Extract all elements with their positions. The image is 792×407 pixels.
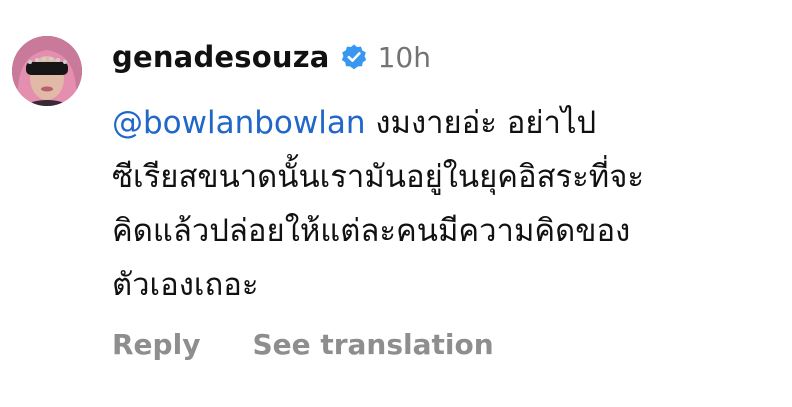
comment-line-1: @bowlanbowlan งมงายอ่ะ อย่าไป — [112, 96, 782, 150]
comment-header: genadesouza 10h — [112, 30, 431, 84]
comment-text: @bowlanbowlan งมงายอ่ะ อย่าไป ซีเรียสขนา… — [112, 96, 782, 312]
comment: genadesouza 10h @bowlanbowlan งมงายอ่ะ อ… — [0, 0, 792, 407]
comment-line-3: คิดแล้วปล่อยให้แต่ละคนมีความคิดของ — [112, 213, 631, 249]
verified-badge-icon — [340, 43, 368, 71]
comment-actions: Reply See translation — [112, 328, 494, 361]
avatar-image — [12, 36, 82, 106]
comment-line-4: ตัวเองเถอะ — [112, 267, 259, 303]
avatar[interactable] — [12, 36, 82, 106]
comment-line-2: ซีเรียสขนาดนั้นเรามันอยู่ในยุคอิสระที่จะ — [112, 159, 645, 195]
comment-line-1-text: งมงายอ่ะ อย่าไป — [365, 105, 597, 141]
comment-timestamp: 10h — [377, 40, 431, 74]
see-translation-button[interactable]: See translation — [252, 328, 493, 361]
reply-button[interactable]: Reply — [112, 328, 200, 361]
username[interactable]: genadesouza — [112, 40, 330, 74]
mention-link[interactable]: @bowlanbowlan — [112, 105, 366, 141]
